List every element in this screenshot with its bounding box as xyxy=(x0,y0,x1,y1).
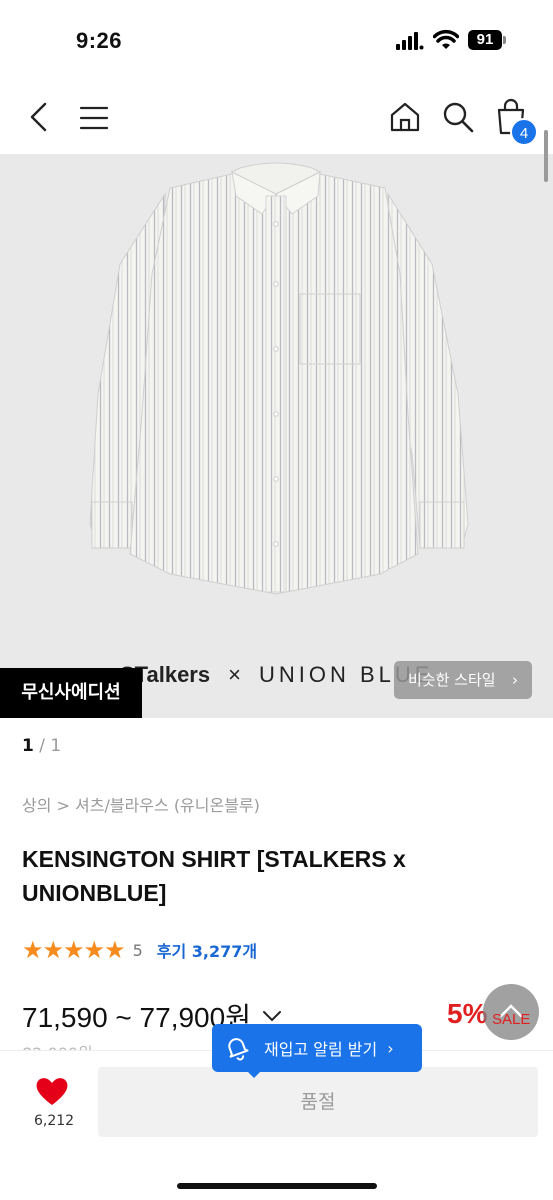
image-counter: 1 / 1 xyxy=(22,736,61,756)
status-time: 9:26 xyxy=(76,28,123,53)
original-price: 82,000원 xyxy=(22,1040,93,1050)
home-indicator xyxy=(177,1183,377,1189)
image-counter-total: / 1 xyxy=(33,736,62,756)
restock-alert-button[interactable]: 재입고 알림 받기 › xyxy=(212,1024,422,1072)
rating-value: 5 xyxy=(132,940,143,960)
breadcrumb[interactable]: 상의 > 셔츠/블라우스 (유니온블루) xyxy=(22,792,260,816)
similar-style-button[interactable]: 비슷한 스타일 › xyxy=(394,661,532,699)
status-bar: 9:26 91 xyxy=(0,0,553,82)
like-count: 6,212 xyxy=(34,1113,75,1129)
menu-icon[interactable] xyxy=(78,104,110,132)
shirt-image xyxy=(89,162,469,595)
similar-style-label: 비슷한 스타일 xyxy=(408,671,496,689)
battery-indicator: 91 xyxy=(468,30,502,50)
rating-row: ★★★★★ 5 후기 3,277개 xyxy=(22,936,257,964)
review-count-link[interactable]: 후기 3,277개 xyxy=(157,938,257,962)
wifi-icon xyxy=(433,29,459,49)
cart-count-badge: 4 xyxy=(510,118,538,146)
discount-rate: 5% xyxy=(447,998,488,1029)
chevron-right-icon: › xyxy=(512,671,518,689)
chevron-right-icon: › xyxy=(387,1038,394,1058)
chevron-down-icon xyxy=(262,1011,281,1022)
top-navigation: 4 xyxy=(0,82,553,154)
restock-tooltip-tail xyxy=(246,1070,262,1078)
hero-brand-text: STalkers × UNION BLUE xyxy=(120,662,433,688)
back-icon[interactable] xyxy=(24,100,54,134)
search-icon[interactable] xyxy=(441,100,475,134)
edition-tag: 무신사에디션 xyxy=(0,668,142,718)
battery-tip xyxy=(503,36,506,44)
scrollbar[interactable] xyxy=(544,130,548,182)
brand-collab-x: × xyxy=(228,662,241,687)
rating-stars: ★★★★★ xyxy=(22,936,126,964)
signal-icon xyxy=(396,32,424,50)
soldout-button[interactable]: 품절 xyxy=(98,1067,538,1137)
bell-icon xyxy=(228,1038,249,1061)
restock-alert-label: 재입고 알림 받기 xyxy=(264,1040,378,1059)
sale-label: SALE xyxy=(492,1011,531,1028)
image-counter-current: 1 xyxy=(22,736,34,756)
product-image[interactable]: STalkers × UNION BLUE 무신사에디션 비슷한 스타일 › xyxy=(0,154,553,718)
product-title: KENSINGTON SHIRT [STALKERS x UNIONBLUE] xyxy=(22,846,406,906)
bottom-action-bar: 6,212 품절 xyxy=(0,1050,553,1200)
home-icon[interactable] xyxy=(388,100,422,134)
heart-icon[interactable] xyxy=(34,1075,70,1107)
